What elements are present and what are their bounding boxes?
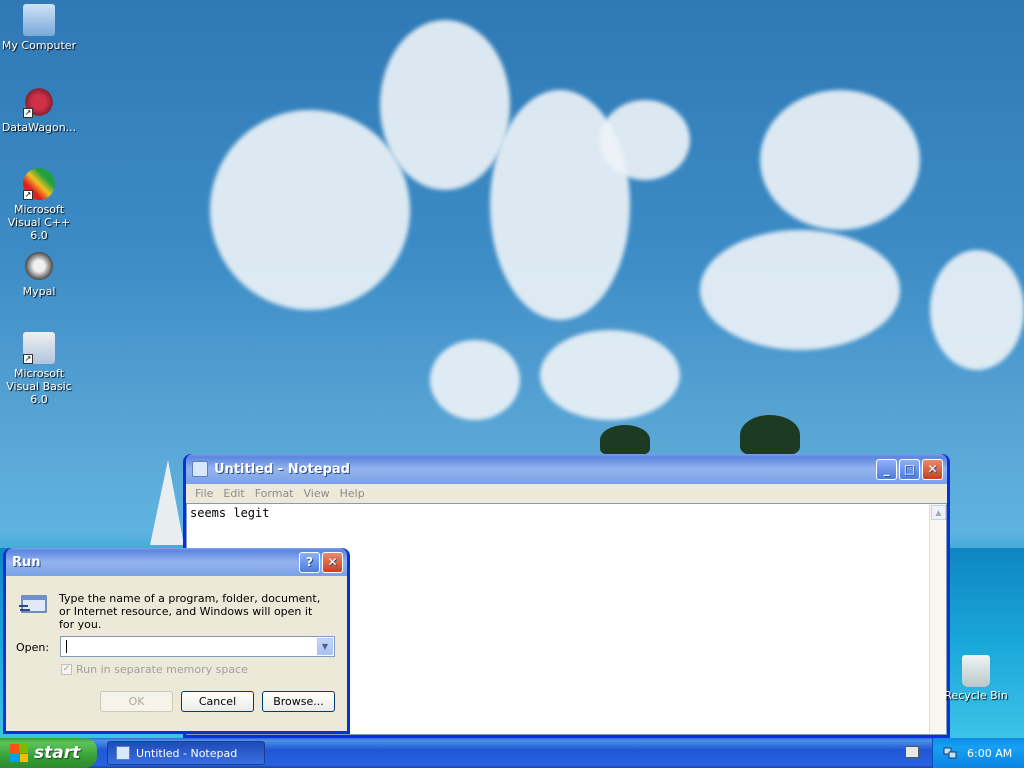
visual-basic-icon: ↗	[23, 332, 55, 364]
maximize-button[interactable]: □	[899, 458, 920, 480]
start-button[interactable]: start	[0, 738, 97, 768]
taskbar: start Untitled - Notepad 6:00 AM	[0, 738, 1024, 768]
cloud	[430, 340, 520, 420]
run-title: Run	[12, 554, 41, 570]
desktop-icon-visual-cpp[interactable]: ↗ Microsoft Visual C++ 6.0	[0, 168, 78, 242]
browse-button[interactable]: Browse...	[262, 691, 335, 712]
shortcut-arrow-icon: ↗	[23, 190, 33, 200]
palm-tree	[740, 415, 800, 455]
notepad-icon	[116, 746, 130, 760]
close-button[interactable]: ✕	[322, 551, 343, 573]
run-body: Type the name of a program, folder, docu…	[6, 576, 347, 731]
taskbar-item-label: Untitled - Notepad	[136, 746, 238, 760]
desktop-icon-my-computer[interactable]: My Computer	[0, 4, 78, 52]
cloud	[380, 20, 510, 190]
notepad-content: seems legit	[190, 506, 270, 520]
run-icon	[19, 595, 47, 613]
menu-help[interactable]: Help	[335, 487, 370, 500]
desktop-icon-label: Microsoft Visual Basic 6.0	[6, 367, 72, 406]
desktop-icon-visual-basic[interactable]: ↗ Microsoft Visual Basic 6.0	[0, 332, 78, 406]
menu-format[interactable]: Format	[250, 487, 299, 500]
mypal-icon	[23, 250, 55, 282]
scroll-up-icon[interactable]: ▲	[931, 505, 946, 520]
run-dialog: Run ? ✕ Type the name of a program, fold…	[3, 548, 350, 734]
chevron-down-icon[interactable]: ▼	[317, 638, 333, 655]
desktop-icon-label: DataWagon...	[1, 121, 77, 134]
separate-memory-checkbox: ✓ Run in separate memory space	[61, 663, 248, 676]
palm-tree	[600, 425, 650, 455]
cloud	[700, 230, 900, 350]
close-button[interactable]: ✕	[922, 458, 943, 480]
desktop-icon-label: My Computer	[1, 39, 77, 52]
checkbox-label: Run in separate memory space	[76, 663, 248, 676]
recycle-bin-icon	[962, 655, 990, 687]
notepad-menubar: File Edit Format View Help	[186, 484, 947, 503]
keyboard-icon[interactable]	[905, 746, 919, 758]
sailboat	[150, 460, 184, 545]
text-caret	[66, 640, 67, 653]
my-computer-icon	[23, 4, 55, 36]
desktop-icon-label: Recycle Bin	[944, 689, 1008, 702]
help-button[interactable]: ?	[299, 551, 320, 573]
shortcut-arrow-icon: ↗	[23, 354, 33, 364]
desktop-icon-recycle-bin[interactable]: Recycle Bin	[944, 655, 1008, 702]
shortcut-arrow-icon: ↗	[23, 108, 33, 118]
windows-logo-icon	[10, 744, 28, 762]
run-description: Type the name of a program, folder, docu…	[59, 592, 321, 631]
open-input[interactable]: ▼	[60, 636, 335, 657]
minimize-button[interactable]: _	[876, 458, 897, 480]
desktop-icon-datawagon[interactable]: ↗ DataWagon...	[0, 86, 78, 134]
menu-file[interactable]: File	[190, 487, 218, 500]
cloud	[540, 330, 680, 420]
desktop-icon-mypal[interactable]: Mypal	[0, 250, 78, 298]
cloud	[930, 250, 1024, 370]
notepad-title: Untitled - Notepad	[214, 461, 350, 477]
menu-edit[interactable]: Edit	[218, 487, 249, 500]
ok-button[interactable]: OK	[100, 691, 173, 712]
menu-view[interactable]: View	[299, 487, 335, 500]
notepad-titlebar[interactable]: Untitled - Notepad _ □ ✕	[186, 454, 947, 484]
system-tray: 6:00 AM	[932, 738, 1024, 768]
visual-cpp-icon: ↗	[23, 168, 55, 200]
start-label: start	[34, 743, 81, 763]
network-icon[interactable]	[943, 746, 957, 760]
taskbar-item-notepad[interactable]: Untitled - Notepad	[107, 741, 265, 765]
notepad-icon	[192, 461, 208, 477]
open-label: Open:	[16, 641, 50, 654]
cancel-button[interactable]: Cancel	[181, 691, 254, 712]
desktop-icon-label: Microsoft Visual C++ 6.0	[7, 203, 71, 242]
clock[interactable]: 6:00 AM	[967, 747, 1012, 760]
cloud	[210, 110, 410, 310]
run-titlebar[interactable]: Run ? ✕	[6, 548, 347, 576]
cloud	[600, 100, 690, 180]
checkbox-icon: ✓	[61, 664, 72, 675]
datawagon-icon: ↗	[23, 86, 55, 118]
desktop-icon-label: Mypal	[22, 285, 56, 298]
cloud	[760, 90, 920, 230]
